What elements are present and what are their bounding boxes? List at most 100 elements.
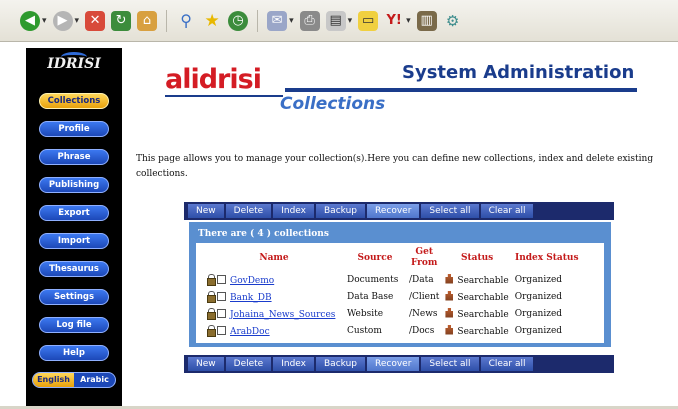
collections-table-container: Name Source Get From Status Index Status… [196, 243, 604, 343]
stop-icon[interactable]: ✕ [85, 10, 106, 31]
mail-dropdown-icon[interactable]: ▾ [289, 16, 294, 26]
row-name-cell: Bank_DB [204, 288, 344, 305]
status-text: Searchable [457, 292, 509, 303]
edit-dropdown-icon[interactable]: ▾ [348, 16, 353, 26]
column-header-name[interactable]: Name [204, 245, 344, 271]
refresh-icon[interactable]: ↻ [111, 10, 132, 31]
header-divider [285, 88, 637, 92]
table-header-row: Name Source Get From Status Index Status [204, 245, 582, 271]
lock-icon[interactable] [207, 290, 216, 303]
history-icon[interactable]: ◷ [228, 10, 249, 31]
bottom-action-bar: New Delete Index Backup Recover Select a… [184, 355, 614, 373]
row-checkbox[interactable] [217, 325, 226, 335]
search-icon[interactable]: ⚲ [176, 11, 196, 31]
new-button[interactable]: New [188, 357, 224, 371]
delete-button[interactable]: Delete [225, 204, 272, 218]
alidrisi-logo: alidrisi [165, 64, 262, 95]
back-dropdown-icon[interactable]: ▾ [42, 16, 47, 26]
sidebar-item-publishing[interactable]: Publishing [39, 177, 109, 193]
status-cell: Searchable [442, 322, 511, 339]
index-status-cell: Organized [514, 325, 563, 336]
lock-icon[interactable] [207, 273, 216, 286]
collection-link[interactable]: ArabDoc [230, 327, 270, 337]
forward-icon[interactable]: ▶ [52, 10, 73, 31]
edit-icon[interactable]: ▤ [325, 10, 346, 31]
toolbar-separator [257, 9, 259, 32]
recover-button[interactable]: Recover [367, 357, 420, 371]
status-search-icon[interactable] [445, 324, 454, 335]
status-search-icon[interactable] [445, 307, 454, 318]
sidebar-item-help[interactable]: Help [39, 345, 109, 361]
status-text: Searchable [457, 309, 509, 320]
status-search-icon[interactable] [445, 290, 454, 301]
sidebar-item-import[interactable]: Import [39, 233, 109, 249]
sidebar-item-collections[interactable]: Collections [39, 93, 109, 109]
get-from-cell: /Client [409, 291, 440, 302]
table-row: ArabDoc Custom /Docs Searchable Organize… [204, 322, 582, 339]
sidebar-item-phrase[interactable]: Phrase [39, 149, 109, 165]
recover-button[interactable]: Recover [367, 204, 420, 218]
forward-dropdown-icon[interactable]: ▾ [75, 16, 80, 26]
collections-count: There are ( 4 ) collections [198, 229, 329, 239]
row-name-cell: Johaina_News_Sources [204, 305, 344, 322]
collection-link[interactable]: Johaina_News_Sources [230, 310, 335, 320]
language-english-button[interactable]: English [33, 373, 74, 387]
sidebar-item-thesaurus[interactable]: Thesaurus [39, 261, 109, 277]
column-header-get-from[interactable]: Get From [406, 245, 442, 271]
mail-icon[interactable]: ✉ [267, 10, 288, 31]
sidebar-item-profile[interactable]: Profile [39, 121, 109, 137]
select-all-button[interactable]: Select all [421, 204, 479, 218]
index-button[interactable]: Index [273, 357, 314, 371]
notes-icon[interactable]: ▭ [358, 10, 379, 31]
research-icon[interactable]: ▥ [416, 10, 437, 31]
sidebar-item-log-file[interactable]: Log file [39, 317, 109, 333]
backup-button[interactable]: Backup [316, 204, 365, 218]
status-cell: Searchable [442, 271, 511, 288]
print-icon[interactable]: ⎙ [299, 10, 320, 31]
clear-all-button[interactable]: Clear all [480, 357, 534, 371]
back-icon[interactable]: ◀ [20, 10, 40, 31]
tools-icon[interactable]: ⚙ [443, 11, 463, 31]
new-button[interactable]: New [188, 204, 224, 218]
status-text: Searchable [457, 326, 509, 337]
select-all-button[interactable]: Select all [421, 357, 479, 371]
page-title: System Administration [402, 62, 635, 83]
page-description: This page allows you to manage your coll… [136, 154, 654, 179]
lock-icon[interactable] [207, 307, 216, 320]
backup-button[interactable]: Backup [316, 357, 365, 371]
top-action-bar: New Delete Index Backup Recover Select a… [184, 202, 614, 220]
home-icon[interactable]: ⌂ [137, 10, 158, 31]
logo-underline [165, 95, 283, 97]
source-cell: Custom [347, 325, 382, 336]
table-row: GovDemo Documents /Data Searchable Organ… [204, 271, 582, 288]
row-checkbox[interactable] [217, 274, 226, 284]
clear-all-button[interactable]: Clear all [480, 204, 534, 218]
language-arabic-button[interactable]: Arabic [74, 373, 115, 387]
sidebar-brand: IDRISI [47, 56, 101, 72]
index-button[interactable]: Index [273, 204, 314, 218]
messenger-dropdown-icon[interactable]: ▾ [406, 16, 411, 26]
index-status-cell: Organized [514, 291, 563, 302]
collection-link[interactable]: Bank_DB [230, 293, 272, 303]
sidebar-item-settings[interactable]: Settings [39, 289, 109, 305]
column-header-status[interactable]: Status [442, 245, 511, 271]
sidebar-item-export[interactable]: Export [39, 205, 109, 221]
row-name-cell: ArabDoc [204, 322, 344, 339]
status-search-icon[interactable] [445, 273, 454, 284]
messenger-icon[interactable]: Y! [384, 11, 404, 31]
collection-link[interactable]: GovDemo [230, 276, 274, 286]
row-checkbox[interactable] [217, 291, 226, 301]
lock-icon[interactable] [207, 324, 216, 337]
favorites-icon[interactable]: ★ [202, 11, 222, 31]
row-name-cell: GovDemo [204, 271, 344, 288]
index-status-cell: Organized [514, 274, 563, 285]
collections-table: Name Source Get From Status Index Status… [204, 245, 582, 339]
column-header-index-status[interactable]: Index Status [512, 245, 582, 271]
row-checkbox[interactable] [217, 308, 226, 318]
get-from-cell: /News [409, 308, 438, 319]
status-cell: Searchable [442, 305, 511, 322]
toolbar-separator [166, 9, 168, 32]
delete-button[interactable]: Delete [225, 357, 272, 371]
column-header-source[interactable]: Source [344, 245, 406, 271]
source-cell: Data Base [347, 291, 394, 302]
